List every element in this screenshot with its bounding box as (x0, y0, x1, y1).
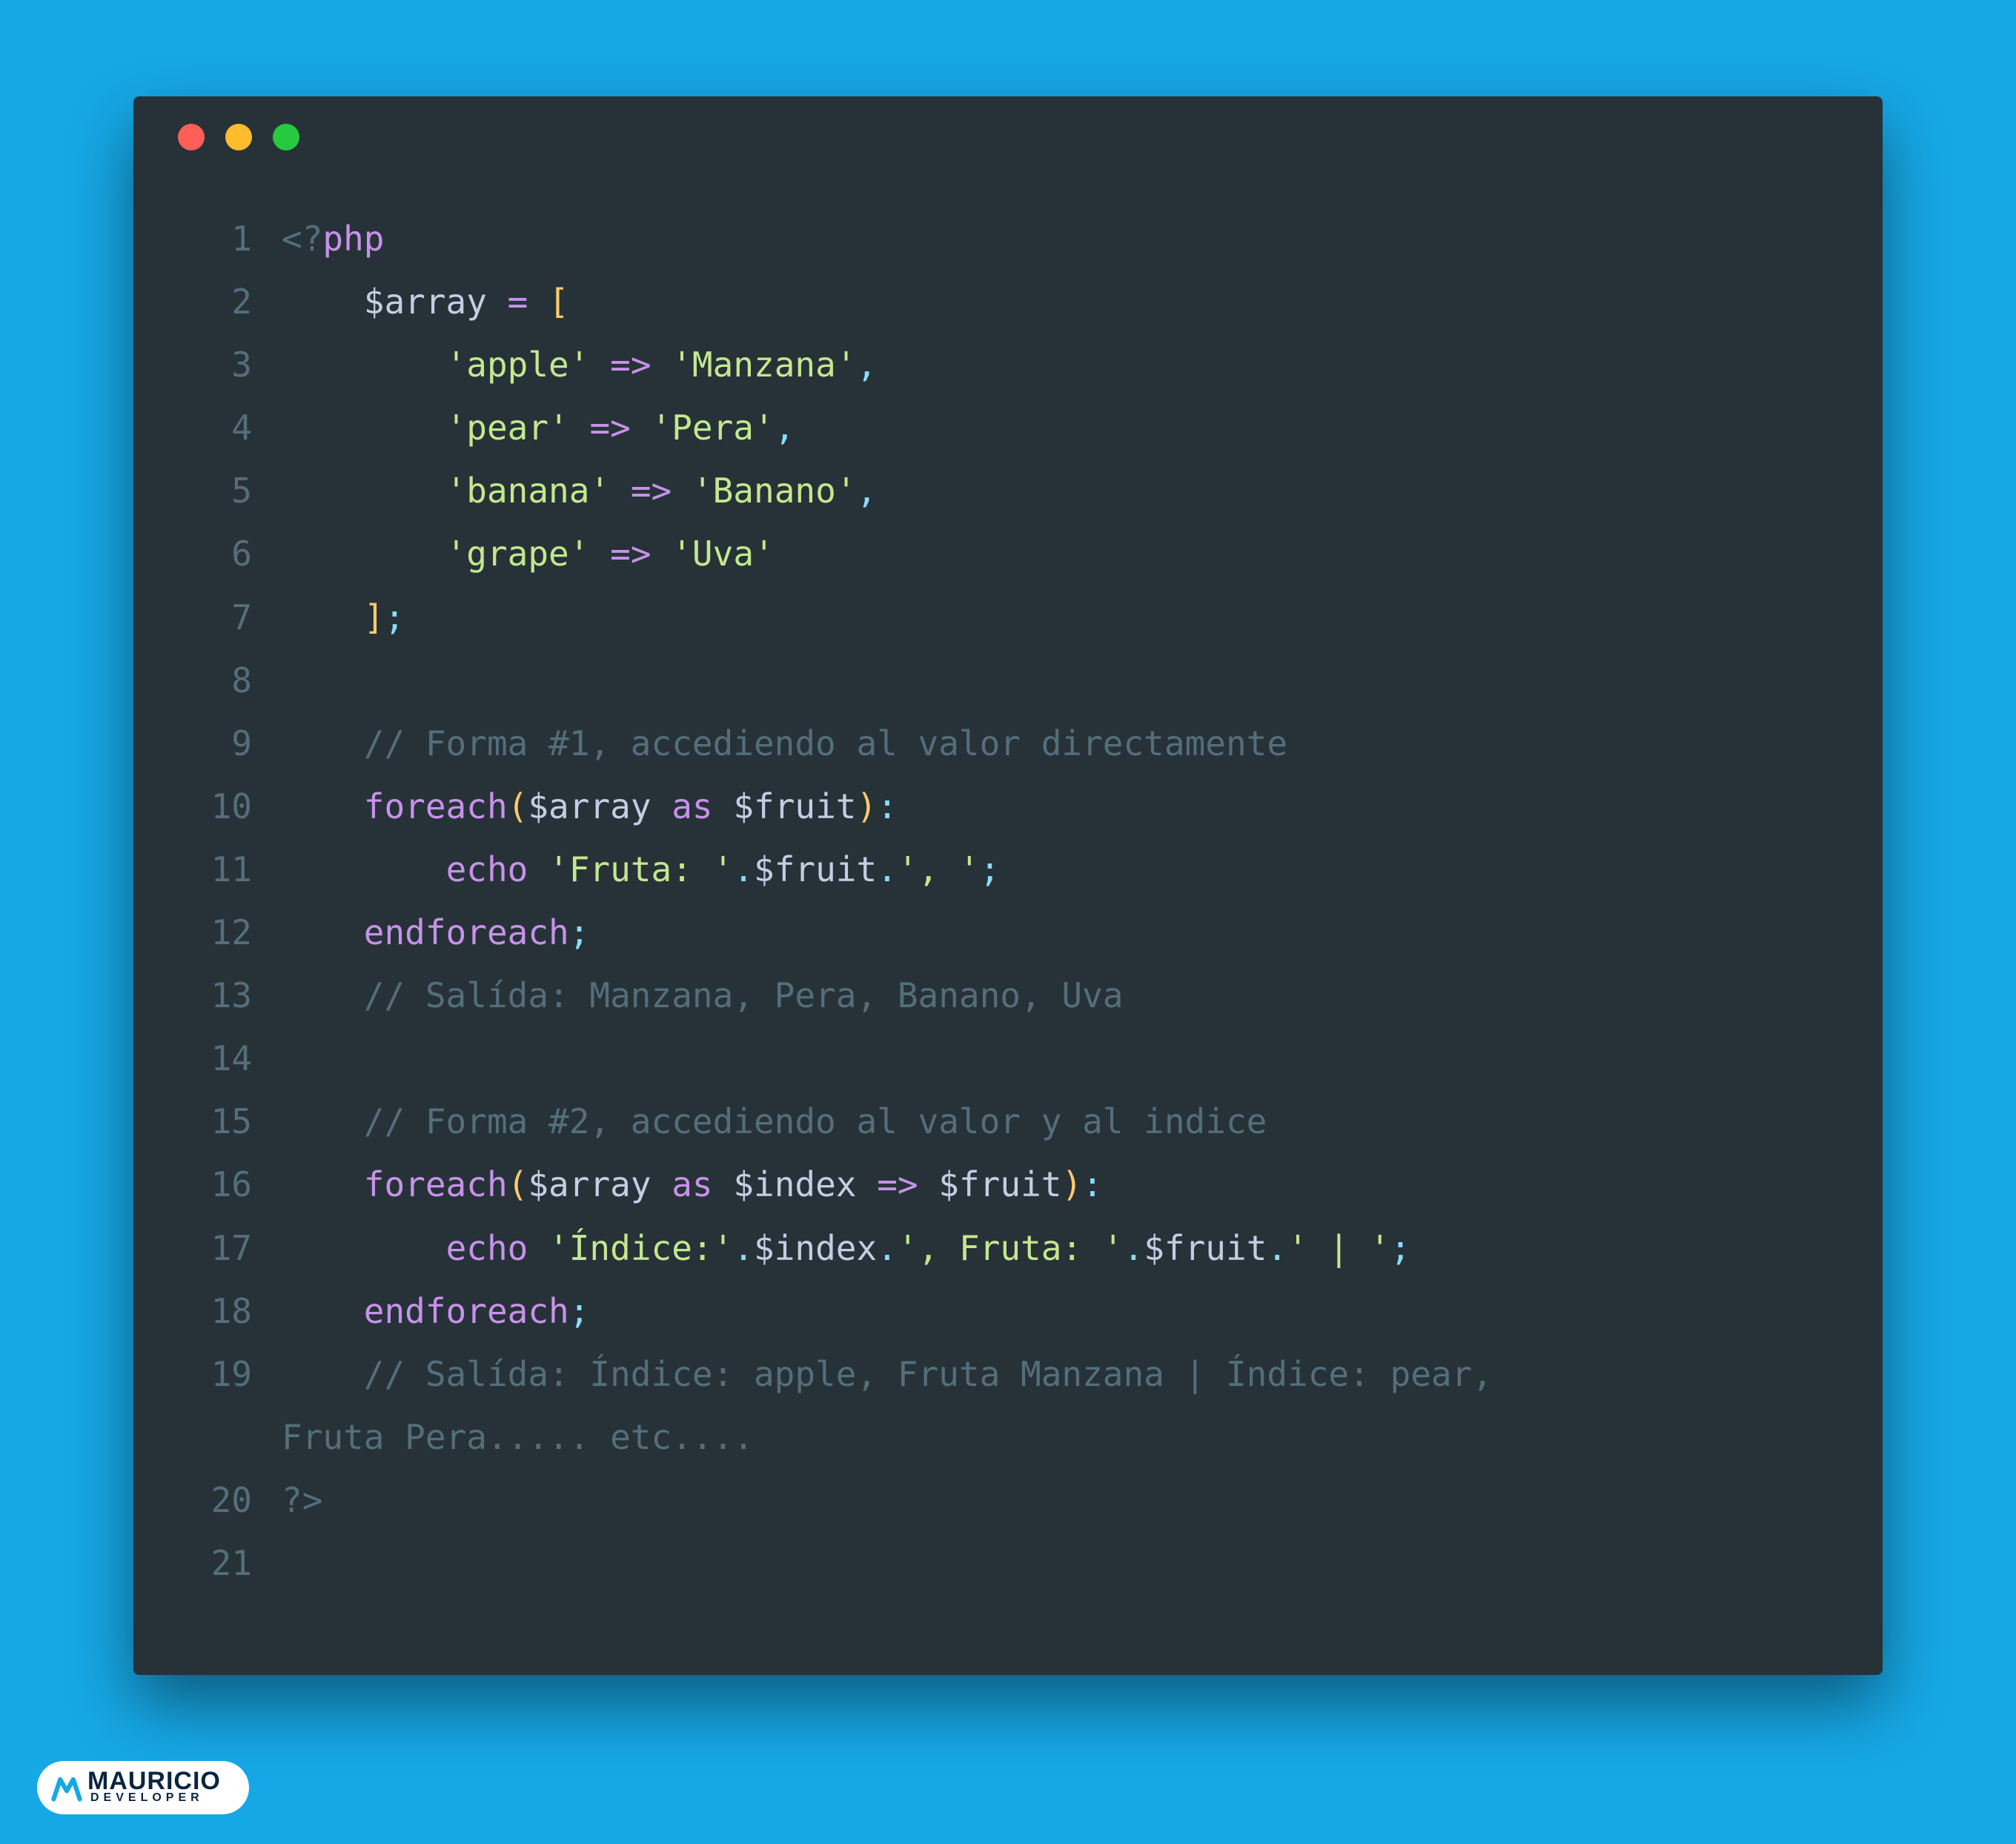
line-content: 'apple' => 'Manzana', (282, 334, 877, 397)
line-number: 12 (148, 901, 282, 964)
line-content: 'pear' => 'Pera', (282, 397, 795, 460)
code-area: 1<?php2 $array = [3 'apple' => 'Manzana'… (133, 178, 1883, 1625)
code-line: 10 foreach($array as $fruit): (148, 775, 1868, 838)
code-line: 13 // Salída: Manzana, Pera, Banano, Uva (148, 964, 1868, 1027)
line-number: 19 (148, 1343, 282, 1406)
editor-window: 1<?php2 $array = [3 'apple' => 'Manzana'… (133, 96, 1883, 1675)
line-content: 'banana' => 'Banano', (282, 460, 877, 523)
code-line: 4 'pear' => 'Pera', (148, 397, 1868, 460)
line-content: 'grape' => 'Uva' (282, 523, 775, 586)
line-content: foreach($array as $fruit): (282, 775, 898, 838)
line-number: 15 (148, 1090, 282, 1153)
line-content: // Forma #1, accediendo al valor directa… (282, 712, 1287, 775)
line-number: 1 (148, 208, 282, 271)
line-number: 7 (148, 586, 282, 649)
line-content: <?php (282, 208, 384, 271)
code-line: 7 ]; (148, 586, 1868, 649)
line-content: echo 'Fruta: '.$fruit.', '; (282, 838, 1000, 901)
line-number: 17 (148, 1217, 282, 1280)
code-line: 11 echo 'Fruta: '.$fruit.', '; (148, 838, 1868, 901)
line-content: foreach($array as $index => $fruit): (282, 1153, 1103, 1216)
line-number: 13 (148, 964, 282, 1027)
line-content: // Forma #2, accediendo al valor y al in… (282, 1090, 1267, 1153)
line-number: 21 (148, 1532, 282, 1595)
code-line: 3 'apple' => 'Manzana', (148, 334, 1868, 397)
line-content: // Salída: Manzana, Pera, Banano, Uva (282, 964, 1123, 1027)
code-line: 14 (148, 1027, 1868, 1090)
code-line: 9 // Forma #1, accediendo al valor direc… (148, 712, 1868, 775)
line-content: // Salída: Índice: apple, Fruta Manzana … (282, 1343, 1513, 1406)
line-content: echo 'Índice:'.$index.', Fruta: '.$fruit… (282, 1217, 1410, 1280)
code-line: 5 'banana' => 'Banano', (148, 460, 1868, 523)
maximize-icon[interactable] (273, 124, 299, 150)
author-badge: MAURICIO DEVELOPER (37, 1761, 249, 1814)
line-number: 2 (148, 271, 282, 334)
badge-subtitle: DEVELOPER (90, 1792, 221, 1804)
code-line: 18 endforeach; (148, 1280, 1868, 1343)
line-number: 3 (148, 334, 282, 397)
line-number: 14 (148, 1027, 282, 1090)
line-content: ?> (282, 1469, 322, 1532)
code-line: Fruta Pera..... etc.... (148, 1406, 1860, 1469)
minimize-icon[interactable] (225, 124, 252, 150)
line-number: 16 (148, 1153, 282, 1216)
line-number: 5 (148, 460, 282, 523)
code-line: 15 // Forma #2, accediendo al valor y al… (148, 1090, 1868, 1153)
badge-logo-icon (50, 1771, 83, 1804)
badge-title: MAURICIO (87, 1768, 221, 1794)
code-line: 16 foreach($array as $index => $fruit): (148, 1153, 1868, 1216)
window-titlebar (133, 96, 1883, 178)
line-content: ]; (282, 586, 405, 649)
code-line: 21 (148, 1532, 1868, 1595)
code-line: 17 echo 'Índice:'.$index.', Fruta: '.$fr… (148, 1217, 1868, 1280)
code-line: 20?> (148, 1469, 1868, 1532)
line-number: 11 (148, 838, 282, 901)
line-number: 4 (148, 397, 282, 460)
code-line: 6 'grape' => 'Uva' (148, 523, 1868, 586)
code-line: 8 (148, 649, 1868, 712)
code-line: 2 $array = [ (148, 271, 1868, 334)
line-number: 9 (148, 712, 282, 775)
line-number: 10 (148, 775, 282, 838)
close-icon[interactable] (178, 124, 205, 150)
line-content: $array = [ (282, 271, 569, 334)
code-line: 19 // Salída: Índice: apple, Fruta Manza… (148, 1343, 1868, 1406)
line-number: 18 (148, 1280, 282, 1343)
line-number: 6 (148, 523, 282, 586)
code-line: 12 endforeach; (148, 901, 1868, 964)
line-number: 20 (148, 1469, 282, 1532)
code-line: 1<?php (148, 208, 1868, 271)
line-content: endforeach; (282, 1280, 589, 1343)
line-content: endforeach; (282, 901, 589, 964)
line-number: 8 (148, 649, 282, 712)
